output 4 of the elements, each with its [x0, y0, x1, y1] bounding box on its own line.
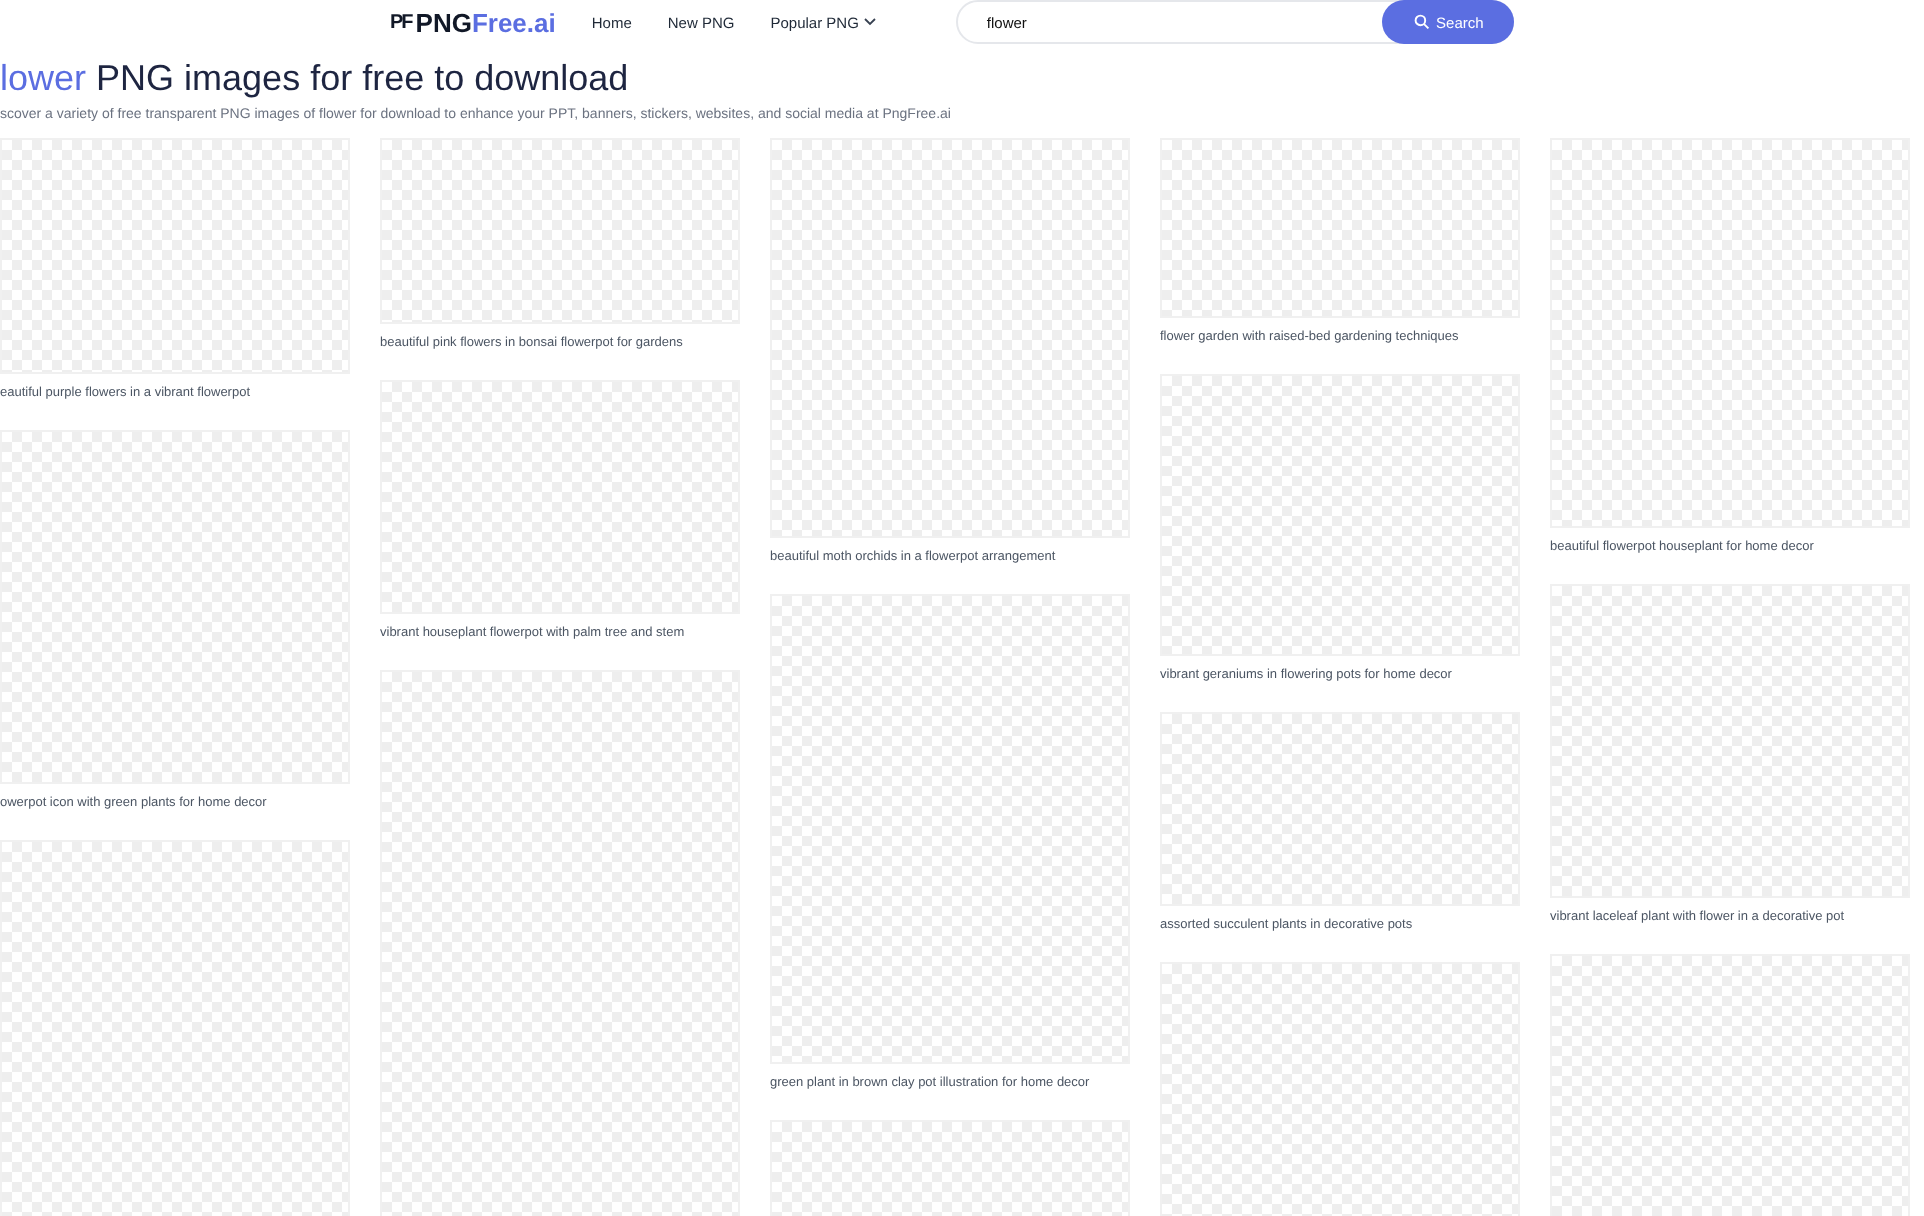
- page-title: lower PNG images for free to download: [0, 58, 631, 100]
- chevron-down-icon: [864, 18, 877, 26]
- search-icon: [1414, 14, 1431, 30]
- site-logo[interactable]: PFPNGFree.ai: [390, 7, 556, 37]
